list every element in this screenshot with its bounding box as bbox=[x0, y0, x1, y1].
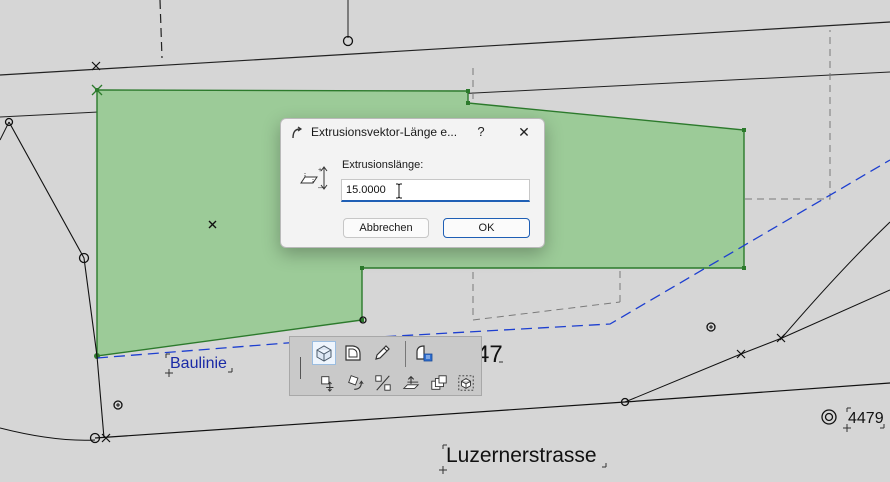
street-label: Luzernerstrasse bbox=[446, 444, 597, 467]
cross-marker bbox=[736, 349, 746, 359]
close-button[interactable]: ✕ bbox=[511, 121, 537, 143]
parcel-line bbox=[0, 21, 890, 76]
multiply-tool[interactable] bbox=[427, 371, 451, 395]
survey-line bbox=[8, 121, 105, 439]
offset-edges-tool[interactable] bbox=[341, 341, 365, 365]
cross-marker bbox=[776, 333, 786, 343]
svg-text:+: + bbox=[318, 167, 322, 174]
solid-box-icon bbox=[316, 345, 332, 362]
custom-settings-icon bbox=[416, 345, 433, 362]
select-elements-icon bbox=[458, 375, 474, 391]
baulinie-label: Baulinie bbox=[170, 355, 227, 372]
custom-settings-tool[interactable] bbox=[412, 341, 436, 365]
drag-tool[interactable] bbox=[316, 371, 340, 395]
cancel-button[interactable]: Abbrechen bbox=[343, 218, 429, 238]
road-line bbox=[94, 401, 626, 439]
extrusion-length-input[interactable] bbox=[341, 179, 530, 202]
pencil-icon bbox=[375, 345, 390, 360]
elevate-tool[interactable] bbox=[399, 371, 423, 395]
help-button[interactable]: ? bbox=[469, 121, 493, 143]
text-cursor-icon bbox=[396, 183, 402, 199]
solid-box-tool[interactable] bbox=[312, 341, 336, 365]
mirror-tool[interactable] bbox=[371, 371, 395, 395]
parcel-number-label-right: 4479 bbox=[848, 410, 884, 427]
multiply-icon bbox=[431, 375, 447, 390]
palette-separator bbox=[405, 341, 406, 367]
palette-grip[interactable] bbox=[300, 357, 301, 379]
extrusion-length-dialog: Extrusionsvektor-Länge e... ? ✕ + – Extr… bbox=[280, 118, 545, 248]
pet-palette bbox=[289, 336, 482, 396]
mirror-icon bbox=[375, 375, 391, 391]
drag-icon bbox=[321, 376, 334, 392]
pencil-tool[interactable] bbox=[370, 341, 394, 365]
ok-button[interactable]: OK bbox=[443, 218, 530, 238]
extrusion-length-label: Extrusionslänge: bbox=[342, 159, 424, 171]
extrusion-length-icon: + – bbox=[300, 166, 328, 192]
dashed-boundary bbox=[159, 0, 163, 59]
survey-line bbox=[624, 289, 890, 403]
elevate-icon bbox=[402, 375, 420, 389]
survey-point bbox=[821, 409, 837, 425]
curve-line bbox=[779, 221, 890, 341]
rotate-tool[interactable] bbox=[344, 371, 368, 395]
extrude-icon bbox=[292, 126, 303, 139]
survey-point bbox=[824, 412, 834, 422]
curve-line bbox=[0, 427, 96, 441]
select-elements-tool[interactable] bbox=[454, 371, 478, 395]
dialog-title: Extrusionsvektor-Länge e... bbox=[311, 125, 458, 139]
svg-text:–: – bbox=[318, 183, 323, 192]
offset-edges-icon bbox=[345, 345, 361, 361]
rotate-icon bbox=[348, 375, 364, 390]
